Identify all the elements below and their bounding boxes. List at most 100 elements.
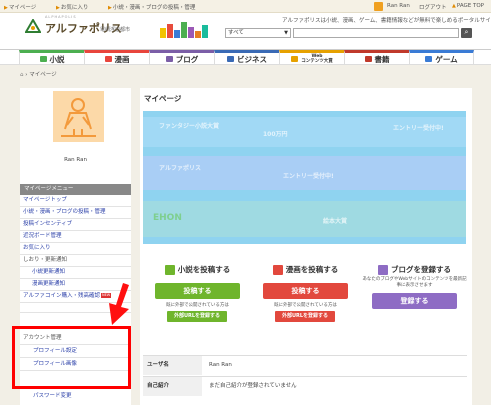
site-header: ALPHAPOLIS アルファポリス 電網浮遊都市 アルファポリスは小説、漫画、…: [0, 13, 491, 49]
nav-tab-label: 小説: [49, 54, 65, 64]
banner-text: 100万円: [263, 131, 288, 138]
nav-tab-blog[interactable]: ブログ: [149, 50, 214, 65]
breadcrumb: ⌂ › マイページ: [20, 72, 57, 78]
banner-text: エントリー受付中!: [283, 173, 334, 180]
trophy-icon: [291, 56, 299, 62]
top-bar: ▶マイページ ▶お気に入り ▶小説・漫画・ブログの投稿・管理 Ran Ran ロ…: [0, 0, 491, 13]
post-novel-button[interactable]: 投稿する: [155, 283, 240, 299]
card-title-label: 漫画を投稿する: [285, 265, 339, 274]
menu-item-password-change[interactable]: パスワード変更: [20, 391, 131, 403]
books-icon: [364, 56, 372, 62]
banner-text: ファンタジー小説大賞: [159, 123, 220, 130]
alphapolis-logo-icon[interactable]: [25, 19, 41, 33]
search-icon: ⌕: [464, 28, 469, 36]
topbar-link-favorites[interactable]: ▶お気に入り: [56, 3, 88, 11]
post-manga-button[interactable]: 投稿する: [263, 283, 348, 299]
nav-tab-label: 書籍: [374, 54, 390, 64]
banner-row: [143, 201, 466, 237]
logout-link[interactable]: ログアウト: [419, 3, 447, 11]
pen-icon: [272, 264, 283, 275]
nav-tab-label: ブログ: [175, 54, 199, 64]
card-title: 小説を投稿する: [145, 263, 250, 276]
sidebar-username: Ran Ran: [64, 157, 87, 163]
post-manga-card: 漫画を投稿する 投稿する 既に外部で公開されている方は 外部URLを登録する: [253, 263, 358, 325]
card-title-label: ブログを登録する: [391, 265, 451, 274]
business-icon: [227, 56, 234, 62]
search-category-select[interactable]: すべて ▼: [225, 28, 291, 38]
manga-icon: [104, 56, 112, 62]
nav-tab-label: ゲーム: [435, 54, 458, 64]
pagetop-link[interactable]: ▲PAGE TOP: [452, 3, 484, 9]
card-title: ブログを登録する: [362, 263, 467, 276]
logo-tagline: 電網浮遊都市: [100, 27, 131, 33]
banner-text: エントリー受付中!: [393, 125, 444, 132]
info-row-bio: 自己紹介 まだ自己紹介が登録されていません: [143, 376, 467, 396]
card-title-label: 小説を投稿する: [177, 265, 231, 274]
topbar-link-label: お気に入り: [60, 5, 89, 11]
mypage-menu-heading: マイページメニュー: [20, 184, 131, 195]
menu-item-novel-updates[interactable]: 小説更新通知: [20, 267, 131, 279]
nav-tab-game[interactable]: ゲーム: [409, 50, 474, 65]
red-arrow-icon: [109, 283, 129, 325]
menu-item-label: アルファコイン購入・残高確認: [23, 293, 100, 299]
city-skyline-icon: [160, 22, 208, 38]
logo-subtitle: ALPHAPOLIS: [45, 15, 77, 19]
info-row-username: ユーザ名 Ran Ran: [143, 355, 467, 375]
pagetop-label: PAGE TOP: [456, 3, 484, 9]
contest-banner[interactable]: ファンタジー小説大賞 100万円 エントリー受付中! アルファポリス エントリー…: [143, 111, 466, 244]
banner-text: 絵本大賞: [323, 218, 348, 225]
nav-tab-novel[interactable]: 小説: [19, 50, 84, 65]
nav-tab-manga[interactable]: 漫画: [84, 50, 149, 65]
banner-text: EHON: [153, 213, 182, 223]
nav-tab-sublabel: コンテンツ大賞: [301, 59, 333, 64]
nav-tab-label: 漫画: [114, 54, 130, 64]
menu-item-incentive[interactable]: 投稿インセンティブ: [20, 219, 131, 231]
search-input[interactable]: [293, 28, 459, 38]
globe-icon: [378, 264, 388, 275]
topbar-link-post-manage[interactable]: ▶小説・漫画・ブログの投稿・管理: [108, 3, 195, 11]
card-note: 既に外部で公開されている方は: [166, 303, 229, 308]
menu-item-status-board[interactable]: 近況ボード管理: [20, 231, 131, 243]
blog-description: あなたのブログやWebサイトのコンテンツを最新記事に表示させます: [362, 277, 467, 288]
nav-tab-business[interactable]: ビジネス: [214, 50, 279, 65]
avatar[interactable]: [53, 91, 104, 142]
menu-section-bookmarks: しおり・更新通知: [20, 255, 131, 267]
menu-item-mypage-top[interactable]: マイページトップ: [20, 195, 131, 207]
main-nav: 小説 漫画 ブログ ビジネス Web コンテンツ大賞 書籍 ゲーム: [0, 49, 491, 65]
post-novel-card: 小説を投稿する 投稿する 既に外部で公開されている方は 外部URLを登録する: [145, 263, 250, 325]
register-external-url-button[interactable]: 外部URLを登録する: [167, 311, 227, 322]
nav-tab-web-contents[interactable]: Web コンテンツ大賞: [279, 50, 344, 65]
annotation-highlight-box: [12, 326, 131, 389]
register-blog-button[interactable]: 登録する: [372, 293, 457, 309]
card-note: 既に外部で公開されている方は: [274, 303, 337, 308]
topbar-username[interactable]: Ran Ran: [387, 3, 410, 9]
gamepad-icon: [425, 56, 433, 62]
register-blog-card: ブログを登録する あなたのブログやWebサイトのコンテンツを最新記事に表示させま…: [362, 263, 467, 325]
chevron-down-icon: ▼: [284, 30, 288, 36]
page-title: マイページ: [144, 94, 182, 103]
topbar-link-mypage[interactable]: ▶マイページ: [4, 3, 36, 11]
nav-tab-label: ビジネス: [237, 54, 267, 64]
topbar-link-label: マイページ: [8, 5, 37, 11]
card-title: 漫画を投稿する: [253, 263, 358, 276]
search-category-value: すべて: [228, 30, 244, 36]
site-tagline: アルファポリスは小説、漫画、ゲーム、書籍情報などが無料で楽しめるポータルサイトで…: [282, 18, 491, 24]
info-label: ユーザ名: [143, 356, 202, 375]
person-icon: [61, 98, 96, 137]
topbar-link-label: 小説・漫画・ブログの投稿・管理: [112, 5, 196, 11]
breadcrumb-current: マイページ: [29, 72, 57, 78]
info-value: Ran Ran: [209, 362, 232, 368]
info-label: 自己紹介: [143, 377, 202, 396]
menu-item-favorites[interactable]: お気に入り: [20, 243, 131, 255]
main-content: マイページ ファンタジー小説大賞 100万円 エントリー受付中! アルファポリス…: [140, 88, 472, 405]
banner-text: アルファポリス: [159, 165, 201, 172]
menu-item-post-manage[interactable]: 小説・漫画・ブログの投稿・管理: [20, 207, 131, 219]
home-icon[interactable]: ⌂: [20, 72, 24, 78]
search-button[interactable]: ⌕: [461, 28, 472, 38]
user-icon: [374, 2, 383, 11]
register-external-url-button[interactable]: 外部URLを登録する: [275, 311, 335, 322]
book-icon: [39, 56, 47, 62]
nav-tab-books[interactable]: 書籍: [344, 50, 409, 65]
blog-icon: [165, 56, 173, 62]
info-value: まだ自己紹介が登録されていません: [209, 383, 297, 389]
